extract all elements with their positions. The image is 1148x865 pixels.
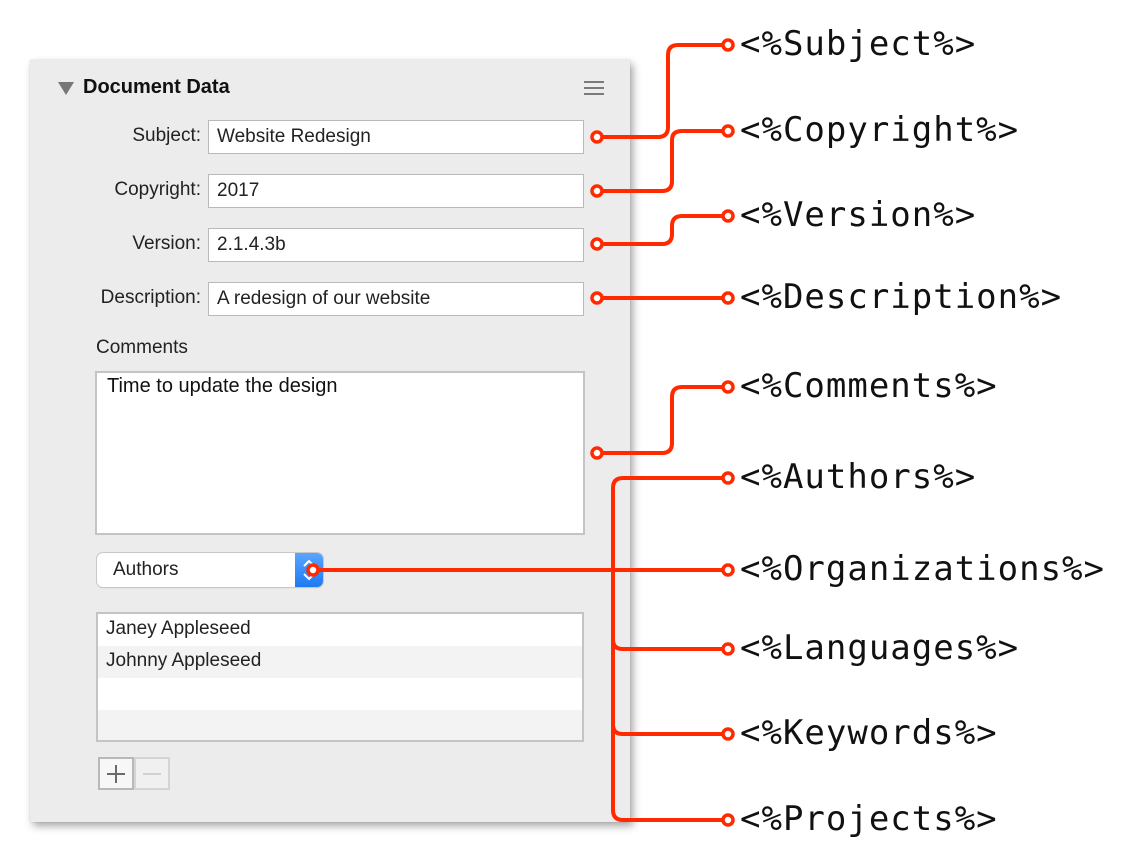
tag-languages: <%Languages%> [740,628,1020,668]
anchor-version-field [590,237,604,251]
anchor-comments-field [590,446,604,460]
connector-keywords [611,724,728,736]
tag-authors: <%Authors%> [740,457,977,497]
tag-keywords: <%Keywords%> [740,713,998,753]
anchor-tag-projects [721,813,735,827]
tag-subject: <%Subject%> [740,24,977,64]
anchor-tag-version [721,209,735,223]
tag-organizations: <%Organizations%> [740,549,1105,589]
connector-version [598,214,728,246]
tag-description: <%Description%> [740,277,1063,317]
anchor-tag-organizations [721,563,735,577]
anchor-copyright-field [590,184,604,198]
anchor-tag-copyright [721,124,735,138]
anchor-subject-field [590,130,604,144]
anchor-tag-description [721,291,735,305]
connector-subject [598,43,728,139]
connector-comments [598,385,728,455]
tag-projects: <%Projects%> [740,799,998,839]
anchor-popup [306,563,320,577]
tag-version: <%Version%> [740,195,977,235]
anchor-tag-keywords [721,727,735,741]
anchor-description-field [590,291,604,305]
tag-copyright: <%Copyright%> [740,110,1020,150]
connector-copyright [598,129,728,193]
connector-languages [611,639,728,651]
anchor-tag-comments [721,380,735,394]
tag-comments: <%Comments%> [740,366,998,406]
anchor-tag-subject [721,38,735,52]
anchor-tag-languages [721,642,735,656]
anchor-tag-authors [721,471,735,485]
